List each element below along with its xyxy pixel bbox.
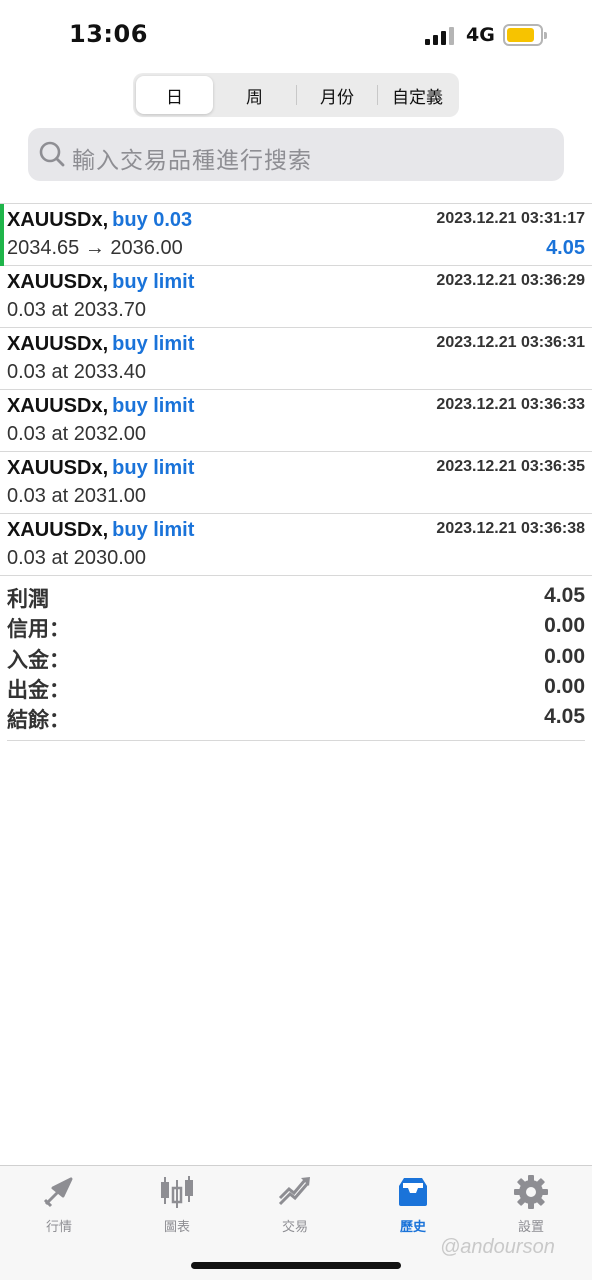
battery-icon xyxy=(503,24,547,46)
price-detail: 0.03 at 2032.00 xyxy=(7,423,147,445)
tab-month[interactable]: 月份 xyxy=(298,76,376,114)
tab-day[interactable]: 日 xyxy=(136,76,213,114)
quotes-icon xyxy=(43,1177,73,1208)
profit: 4.05 xyxy=(546,237,585,259)
order-side: buy limit xyxy=(112,519,195,541)
tab-history[interactable]: 歷史 xyxy=(354,1166,472,1241)
summary-profit: 利潤 4.05 xyxy=(7,584,585,611)
tab-custom[interactable]: 自定義 xyxy=(379,76,456,114)
order-side: buy 0.03 xyxy=(112,209,193,231)
order-side: buy limit xyxy=(112,457,195,479)
watermark: @andourson xyxy=(440,1236,555,1258)
tab-trade[interactable]: 交易 xyxy=(236,1166,354,1241)
timestamp: 2023.12.21 03:36:31 xyxy=(436,334,585,351)
cellular-signal-icon xyxy=(425,27,457,45)
timestamp: 2023.12.21 03:31:17 xyxy=(436,210,585,227)
summary-credit: 信用： 0.00 xyxy=(7,614,585,642)
symbol: XAUUSDx xyxy=(7,395,103,417)
summary-balance: 結餘： 4.05 xyxy=(7,705,585,733)
price-detail: 0.03 at 2030.00 xyxy=(7,547,147,569)
order-side: buy limit xyxy=(112,271,195,293)
period-segmented-control: 日 周 月份 自定義 xyxy=(133,73,459,117)
tab-chart[interactable]: 圖表 xyxy=(118,1166,236,1241)
symbol: XAUUSDx xyxy=(7,333,103,355)
symbol: XAUUSDx xyxy=(7,457,103,479)
timestamp: 2023.12.21 03:36:35 xyxy=(436,458,585,475)
trade-icon xyxy=(278,1177,310,1206)
price-detail: 2034.65 → 2036.00 xyxy=(7,237,183,259)
list-item[interactable]: XAUUSDx, buy limit 2023.12.21 03:36:33 0.… xyxy=(0,390,592,452)
symbol: XAUUSDx xyxy=(7,519,103,541)
list-item[interactable]: XAUUSDx, buy 0.03 2023.12.21 03:31:17 203… xyxy=(0,204,592,266)
timestamp: 2023.12.21 03:36:38 xyxy=(436,520,585,537)
network-type: 4G xyxy=(466,24,495,46)
search-input[interactable]: 輸入交易品種進行搜索 xyxy=(28,128,564,181)
account-summary: 利潤 4.05 信用： 0.00 入金： 0.00 出金： 0.00 結餘： 4… xyxy=(7,583,585,741)
timestamp: 2023.12.21 03:36:29 xyxy=(436,272,585,289)
price-detail: 0.03 at 2033.40 xyxy=(7,361,147,383)
clock: 13:06 xyxy=(69,20,148,48)
order-side: buy limit xyxy=(112,395,195,417)
list-item[interactable]: XAUUSDx, buy limit 2023.12.21 03:36:35 0.… xyxy=(0,452,592,514)
status-bar: 13:06 4G xyxy=(0,0,592,70)
tab-settings[interactable]: 設置 xyxy=(472,1166,590,1241)
symbol: XAUUSDx xyxy=(7,209,103,231)
price-detail: 0.03 at 2033.70 xyxy=(7,299,147,321)
list-item[interactable]: XAUUSDx, buy limit 2023.12.21 03:36:38 0.… xyxy=(0,514,592,576)
list-item[interactable]: XAUUSDx, buy limit 2023.12.21 03:36:31 0.… xyxy=(0,328,592,390)
history-list: XAUUSDx, buy 0.03 2023.12.21 03:31:17 203… xyxy=(0,203,592,576)
search-placeholder: 輸入交易品種進行搜索 xyxy=(72,148,312,174)
chart-icon xyxy=(161,1176,193,1208)
list-item[interactable]: XAUUSDx, buy limit 2023.12.21 03:36:29 0.… xyxy=(0,266,592,328)
summary-withdrawal: 出金： 0.00 xyxy=(7,674,585,702)
tab-week[interactable]: 周 xyxy=(216,76,293,114)
home-indicator[interactable] xyxy=(191,1262,401,1269)
settings-icon xyxy=(514,1175,548,1209)
search-icon xyxy=(39,141,65,167)
summary-deposit: 入金： 0.00 xyxy=(7,644,585,672)
price-detail: 0.03 at 2031.00 xyxy=(7,485,147,507)
timestamp: 2023.12.21 03:36:33 xyxy=(436,396,585,413)
history-icon xyxy=(399,1178,427,1206)
tab-quotes[interactable]: 行情 xyxy=(0,1166,118,1241)
order-side: buy limit xyxy=(112,333,195,355)
symbol: XAUUSDx xyxy=(7,271,103,293)
